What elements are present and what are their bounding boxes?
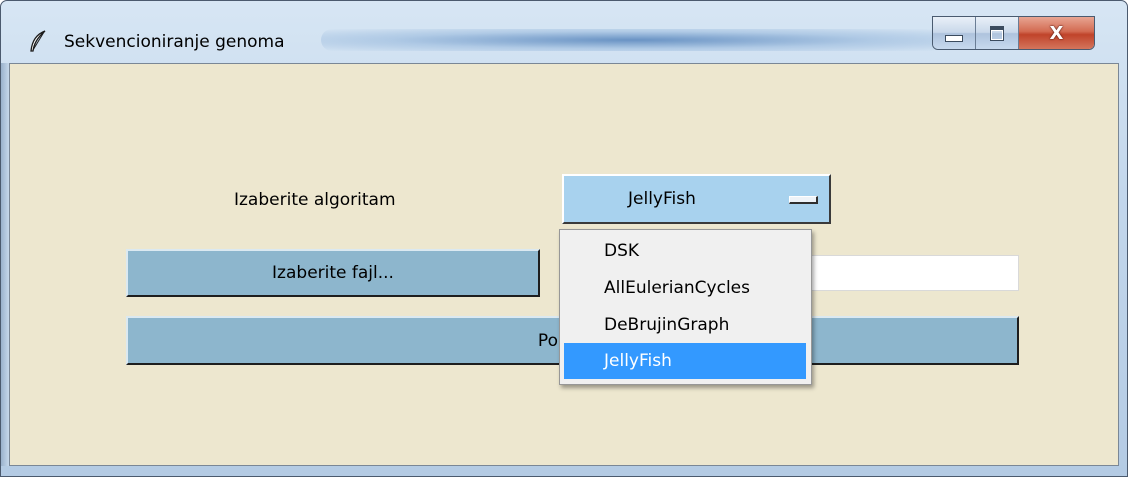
title-glow	[321, 29, 941, 51]
algorithm-dropdown-menu: DSK AllEulerianCycles DeBrujinGraph Jell…	[559, 229, 812, 385]
algorithm-select-value: JellyFish	[628, 189, 696, 209]
option-menu-indicator-icon	[789, 196, 818, 204]
menu-item-debrujingraph[interactable]: DeBrujinGraph	[564, 307, 806, 343]
close-icon: X	[1049, 22, 1064, 44]
menu-item-dsk[interactable]: DSK	[564, 233, 806, 269]
file-path-field[interactable]	[809, 255, 1019, 291]
minimize-button[interactable]	[933, 17, 976, 49]
app-window: Sekvencioniranje genoma X Izaberite algo…	[0, 0, 1128, 477]
maximize-icon	[990, 25, 1004, 41]
algorithm-label: Izaberite algoritam	[234, 190, 396, 210]
menu-item-alleuleriancycles[interactable]: AllEulerianCycles	[564, 270, 806, 306]
close-button[interactable]: X	[1019, 17, 1094, 49]
window-title: Sekvencioniranje genoma	[64, 32, 285, 52]
minimize-icon	[945, 34, 963, 42]
algorithm-select[interactable]: JellyFish	[562, 174, 831, 224]
menu-item-jellyfish[interactable]: JellyFish	[564, 343, 806, 379]
feather-icon[interactable]	[27, 29, 49, 53]
choose-file-button[interactable]: Izaberite fajl...	[126, 249, 540, 297]
title-bar[interactable]: Sekvencioniranje genoma X	[1, 1, 1127, 63]
maximize-button[interactable]	[976, 17, 1019, 49]
caption-buttons: X	[932, 16, 1095, 50]
window-frame-left	[1, 63, 9, 466]
